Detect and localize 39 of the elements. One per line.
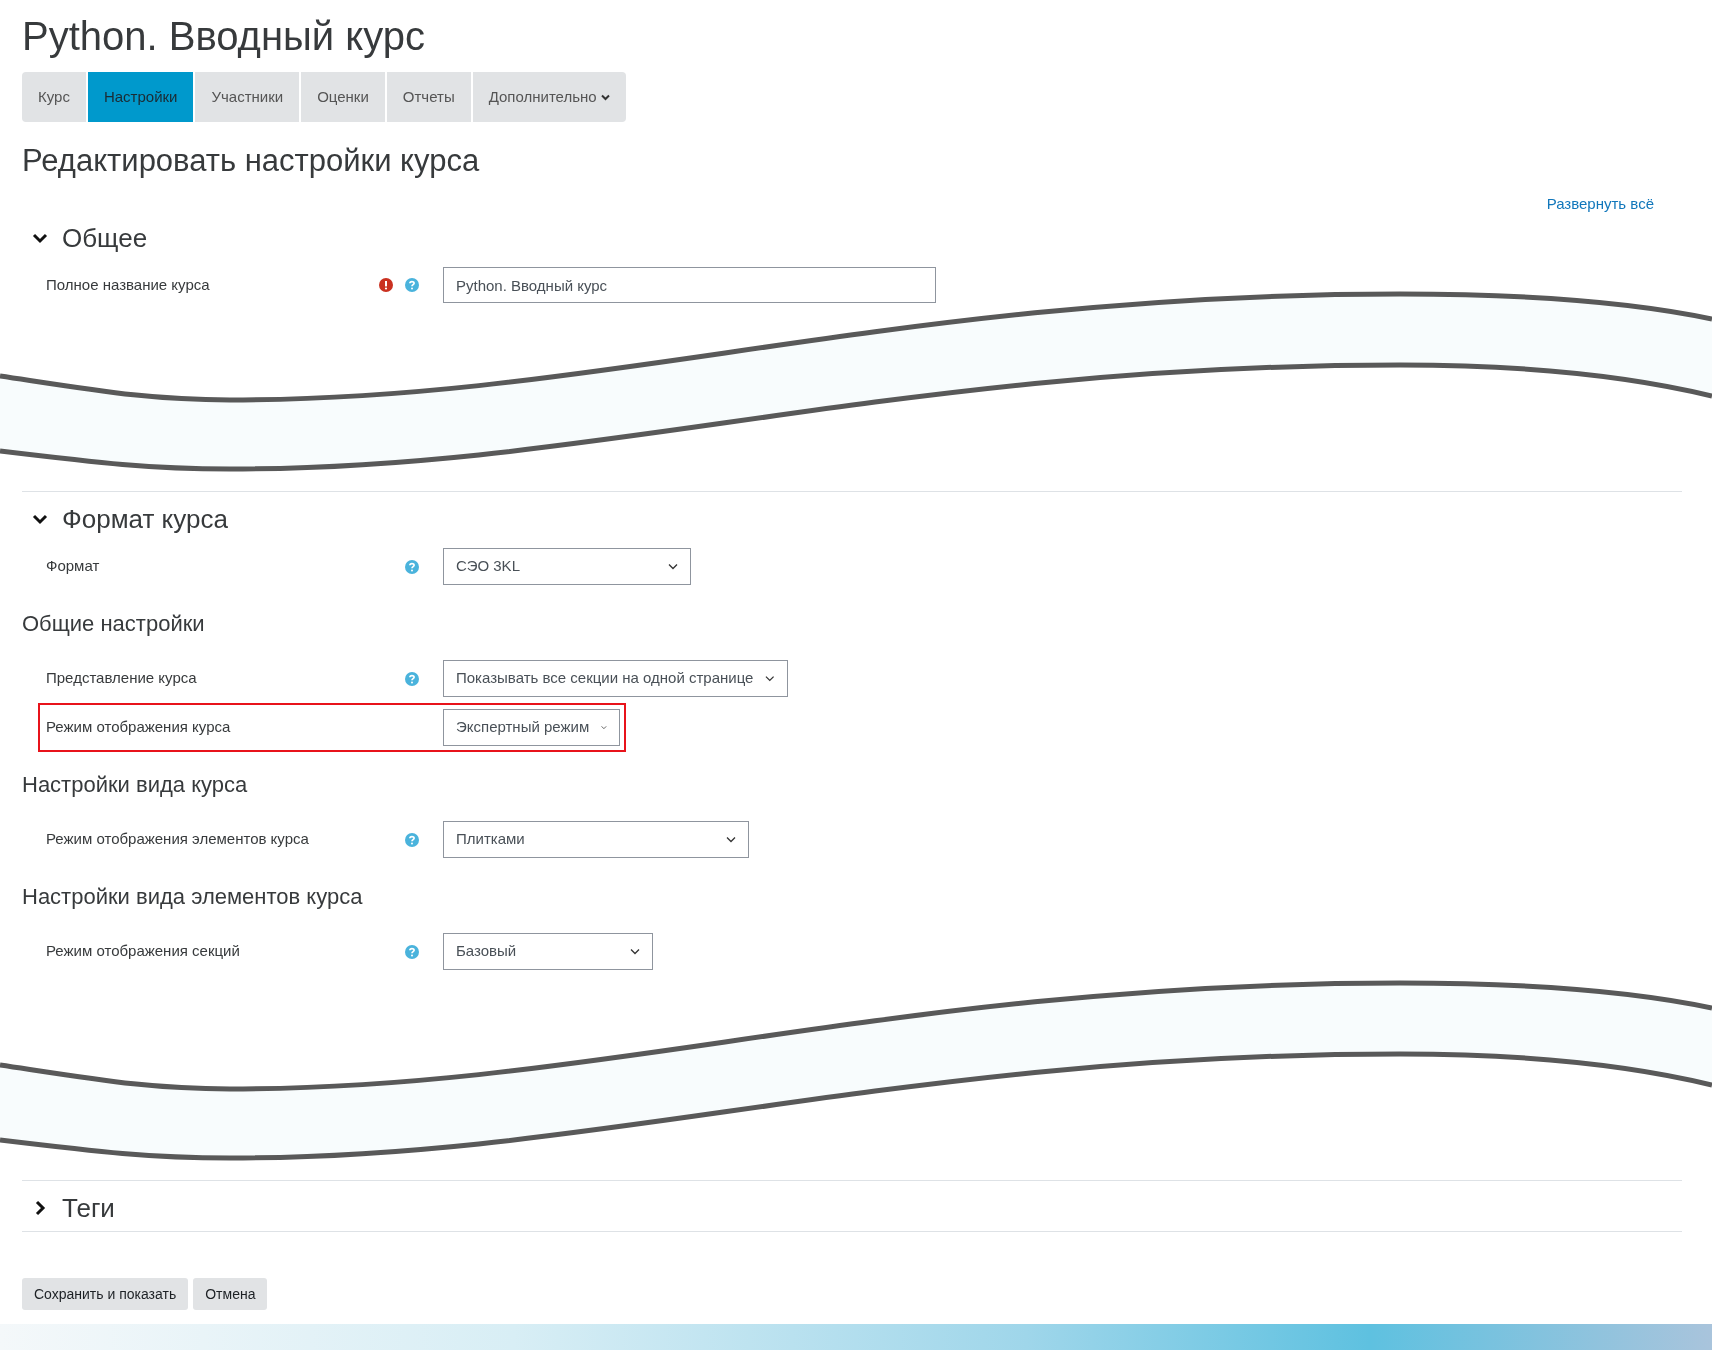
- section-toggle[interactable]: Формат курса: [22, 496, 228, 542]
- expand-all-link[interactable]: Развернуть всё: [1546, 192, 1654, 215]
- subsection-heading: Общие настройки: [22, 610, 205, 638]
- field-label: Режим отображения курса: [46, 717, 232, 738]
- help-icon[interactable]: [405, 278, 419, 292]
- field-label: Полное название курса: [46, 274, 211, 295]
- field-label: Формат: [46, 556, 101, 577]
- nav-tab[interactable]: Отчеты: [386, 72, 471, 122]
- nav-tab[interactable]: Курс: [22, 72, 86, 122]
- caret-icon: [668, 563, 678, 570]
- save-button[interactable]: Сохранить и показать: [22, 1278, 189, 1310]
- subsection-heading: Настройки вида курса: [22, 771, 248, 799]
- caret-icon: [601, 724, 607, 731]
- section-toggle[interactable]: Теги: [22, 1185, 115, 1231]
- caret-icon: [765, 675, 775, 682]
- nav-tab[interactable]: Участники: [195, 72, 300, 122]
- cancel-button[interactable]: Отмена: [193, 1278, 268, 1310]
- caret-icon: [630, 948, 640, 955]
- select-dropdown[interactable]: Экспертный режим: [443, 709, 620, 746]
- field-label: Режим отображения элементов курса: [46, 829, 310, 850]
- help-icon[interactable]: [405, 832, 419, 847]
- caret-icon: [726, 836, 736, 843]
- nav-tab[interactable]: Дополнительно: [472, 72, 626, 122]
- select-dropdown[interactable]: СЭО 3KL: [443, 548, 691, 585]
- help-icon[interactable]: [405, 559, 419, 574]
- select-dropdown[interactable]: Базовый: [443, 933, 653, 970]
- section-toggle[interactable]: Общее: [22, 215, 148, 261]
- nav-tab[interactable]: Настройки: [87, 72, 194, 122]
- help-icon[interactable]: [405, 944, 419, 959]
- nav-tab[interactable]: Оценки: [301, 72, 385, 122]
- page-heading: Редактировать настройки курса: [22, 142, 480, 180]
- select-dropdown[interactable]: Показывать все секции на одной странице: [443, 660, 788, 697]
- subsection-heading: Настройки вида элементов курса: [22, 883, 363, 911]
- field-label: Представление курса: [46, 668, 198, 689]
- course-name-input[interactable]: Python. Вводный курс: [443, 267, 936, 303]
- page-title: Python. Вводный курс: [22, 13, 425, 60]
- select-dropdown[interactable]: Плитками: [443, 821, 749, 858]
- field-label: Режим отображения секций: [46, 941, 241, 962]
- help-icon[interactable]: [405, 671, 419, 686]
